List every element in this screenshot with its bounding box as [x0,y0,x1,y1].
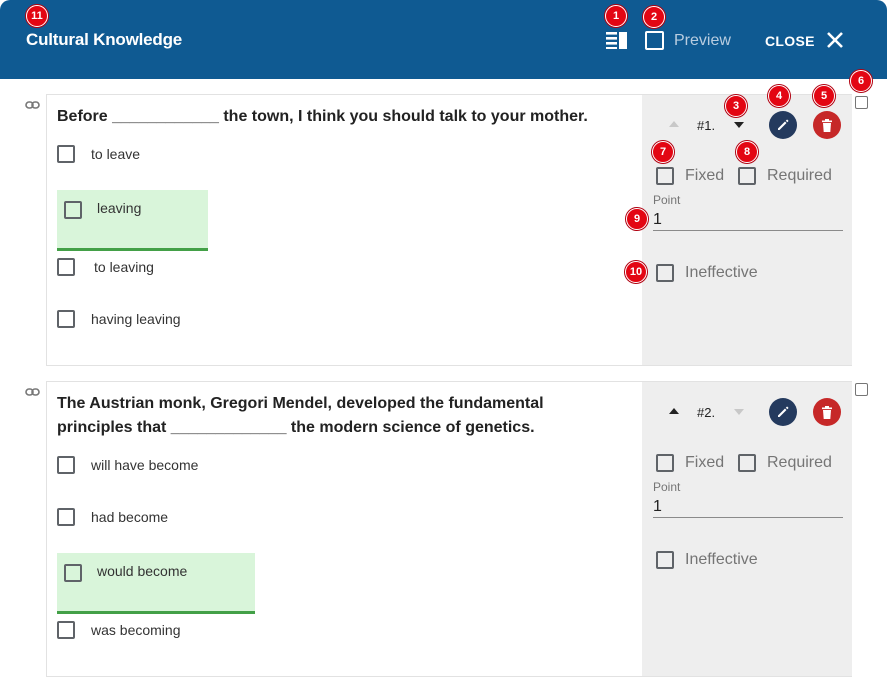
header-bar: Cultural Knowledge Preview CLOSE [0,0,887,79]
answer-checkbox[interactable] [64,564,82,582]
answer-label: would become [97,563,188,579]
question-card-2: The Austrian monk, Gregori Mendel, devel… [46,381,852,677]
answer-option[interactable]: will have become [57,456,198,474]
link-icon[interactable] [25,387,40,397]
question-settings-panel: #1. Fixed Required Point 1 Ineffective [642,95,852,365]
close-button[interactable]: CLOSE [765,33,815,49]
badge-1: 1 [605,5,627,27]
answer-option[interactable]: was becoming [57,621,181,639]
answer-checkbox[interactable] [57,145,75,163]
badge-3: 3 [725,95,747,117]
required-checkbox[interactable] [738,167,756,185]
question-card-1: Before ____________ the town, I think yo… [46,94,852,366]
move-up-icon[interactable] [669,408,679,414]
question-select-checkbox[interactable] [855,96,868,109]
question-settings-panel: #2. Fixed Required Point 1 Ineffective [642,382,852,676]
question-number: #2. [697,405,716,420]
quiz-editor-window: Cultural Knowledge Preview CLOSE 1 2 3 4… [0,0,887,679]
trash-icon [822,118,832,132]
required-toggle[interactable]: Required [738,167,832,185]
badge-11: 11 [26,5,48,27]
answer-option[interactable]: had become [57,508,168,526]
question-text: Before ____________ the town, I think yo… [57,108,588,125]
move-down-icon[interactable] [734,122,744,128]
answer-checkbox[interactable] [57,310,75,328]
badge-4: 4 [768,85,790,107]
preview-label: Preview [674,31,731,49]
fixed-toggle[interactable]: Fixed [656,167,724,185]
badge-7: 7 [652,141,674,163]
answer-checkbox[interactable] [57,508,75,526]
ineffective-label: Ineffective [685,264,758,281]
required-label: Required [767,454,832,471]
answer-option-correct[interactable]: leaving [57,190,208,251]
delete-button[interactable] [813,398,841,426]
fixed-label: Fixed [685,454,725,471]
link-icon[interactable] [25,100,40,110]
question-body: The Austrian monk, Gregori Mendel, devel… [47,382,642,676]
answer-option[interactable]: having leaving [57,310,181,328]
required-checkbox[interactable] [738,454,756,472]
list-view-icon[interactable] [606,31,627,49]
move-down-icon[interactable] [734,409,744,415]
preview-toggle[interactable]: Preview [645,31,731,50]
answer-option[interactable]: to leaving [57,258,154,276]
point-input[interactable] [653,496,843,518]
move-up-icon[interactable] [669,121,679,127]
fixed-label: Fixed [685,167,725,184]
badge-6: 6 [850,70,872,92]
edit-button[interactable] [769,398,797,426]
question-text: The Austrian monk, Gregori Mendel, devel… [57,395,544,436]
answer-label: will have become [91,457,199,473]
answer-label: was becoming [91,622,181,638]
question-body: Before ____________ the town, I think yo… [47,95,642,365]
point-input[interactable] [653,209,843,231]
answer-label: had become [91,509,169,525]
question-number: #1. [697,118,716,133]
answer-checkbox[interactable] [57,456,75,474]
badge-9: 9 [626,208,648,230]
badge-8: 8 [736,141,758,163]
preview-checkbox[interactable] [645,31,664,50]
ineffective-toggle[interactable]: Ineffective [656,264,758,282]
delete-button[interactable] [813,111,841,139]
answer-label: leaving [97,200,142,216]
answer-option[interactable]: to leave [57,145,140,163]
pencil-icon [778,406,789,417]
answer-checkbox[interactable] [64,201,82,219]
point-label: Point [653,193,681,207]
trash-icon [822,405,832,419]
fixed-toggle[interactable]: Fixed [656,454,724,472]
answer-checkbox[interactable] [57,621,75,639]
point-label: Point [653,480,681,494]
ineffective-toggle[interactable]: Ineffective [656,551,758,569]
badge-10: 10 [625,261,647,283]
badge-2: 2 [643,6,665,28]
fixed-checkbox[interactable] [656,167,674,185]
required-toggle[interactable]: Required [738,454,832,472]
ineffective-checkbox[interactable] [656,264,674,282]
answer-checkbox[interactable] [57,258,75,276]
question-select-checkbox[interactable] [855,383,868,396]
badge-5: 5 [813,85,835,107]
answer-option-correct[interactable]: would become [57,553,255,614]
answer-label: having leaving [91,311,181,327]
edit-button[interactable] [769,111,797,139]
answer-label: to leave [91,146,141,162]
page-title: Cultural Knowledge [26,30,183,49]
fixed-checkbox[interactable] [656,454,674,472]
ineffective-label: Ineffective [685,551,758,568]
pencil-icon [778,119,789,130]
answer-label: to leaving [94,259,154,275]
required-label: Required [767,167,832,184]
ineffective-checkbox[interactable] [656,551,674,569]
close-icon[interactable] [825,30,845,50]
